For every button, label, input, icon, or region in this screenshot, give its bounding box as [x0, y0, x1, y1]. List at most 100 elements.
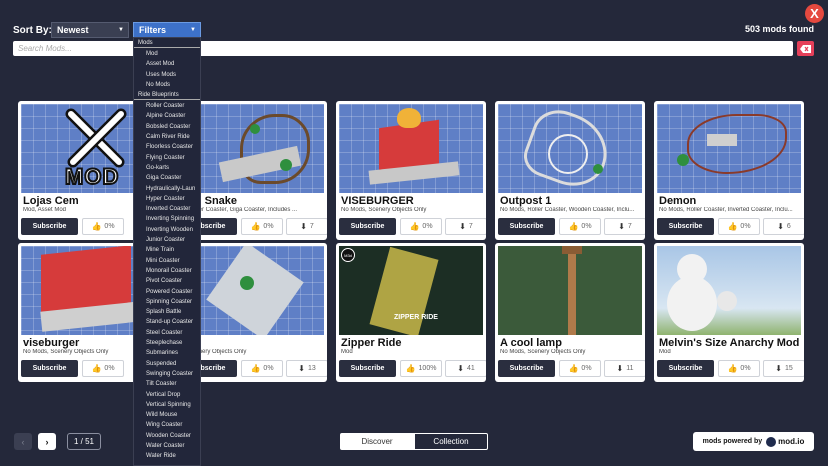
tab-collection[interactable]: Collection	[414, 433, 488, 450]
wrench-screwdriver-icon	[65, 108, 127, 168]
download-icon: ⬇	[300, 222, 307, 231]
subscribe-button[interactable]: Subscribe	[339, 218, 396, 235]
thumbnail-caption: ZIPPER RIDE	[394, 314, 438, 321]
dropdown-option[interactable]: Flying Coaster	[134, 153, 200, 163]
dropdown-option[interactable]: Monorail Coaster	[134, 266, 200, 276]
subscribe-button[interactable]: Subscribe	[498, 360, 555, 377]
dropdown-option[interactable]: Steel Coaster	[134, 328, 200, 338]
likes-stat: 👍 0%	[400, 218, 442, 235]
dropdown-option[interactable]: Hydraulically-Laun	[134, 184, 200, 194]
search-input[interactable]	[13, 41, 793, 56]
dropdown-option[interactable]: Floorless Coaster	[134, 142, 200, 152]
filter-select[interactable]: Filters ▼	[133, 22, 201, 38]
dropdown-option[interactable]: Water Ride	[134, 451, 200, 461]
sort-select[interactable]: Newest ▼	[51, 22, 129, 38]
dropdown-option[interactable]: Roller Coaster	[134, 101, 200, 111]
dropdown-option[interactable]: Powered Coaster	[134, 287, 200, 297]
downloads-value: 41	[466, 365, 475, 372]
clear-search-button[interactable]	[797, 41, 814, 56]
download-icon: ⬇	[775, 364, 782, 373]
filters-dropdown[interactable]: Mods Mod Asset Mod Uses Mods No Mods Ride B…	[133, 37, 201, 466]
mod-thumbnail: ZIPPER RIDE M3d	[339, 246, 483, 335]
previous-page-button[interactable]: ‹	[14, 433, 32, 450]
mod-card[interactable]: A cool lamp No Mods, Scenery Objects Onl…	[495, 243, 645, 382]
dropdown-option[interactable]: Vertical Spinning	[134, 400, 200, 410]
subscribe-button[interactable]: Subscribe	[657, 218, 714, 235]
subscribe-button[interactable]: Subscribe	[21, 360, 78, 377]
dropdown-option[interactable]: Calm River Ride	[134, 132, 200, 142]
dropdown-option[interactable]: Tilt Coaster	[134, 379, 200, 389]
next-page-button[interactable]: ›	[38, 433, 56, 450]
tab-discover[interactable]: Discover	[340, 433, 414, 450]
dropdown-option[interactable]: Submarines	[134, 348, 200, 358]
dropdown-option[interactable]: Alpine Coaster	[134, 111, 200, 121]
dropdown-option[interactable]: Wooden Coaster	[134, 431, 200, 441]
likes-value: 100%	[418, 365, 437, 372]
close-button[interactable]: X	[805, 4, 824, 23]
dropdown-option[interactable]: Suspended	[134, 359, 200, 369]
thumbs-up-icon: 👍	[409, 222, 420, 231]
dropdown-option[interactable]: Giga Coaster	[134, 173, 200, 183]
dropdown-option[interactable]: Go-karts	[134, 163, 200, 173]
dropdown-option[interactable]: Mod	[134, 49, 200, 59]
mod-card[interactable]: Demon No Mods, Roller Coaster, Inverted …	[654, 101, 804, 240]
download-icon: ⬇	[457, 364, 464, 373]
dropdown-option[interactable]: Spinning Coaster	[134, 297, 200, 307]
thumbs-up-icon: 👍	[91, 364, 102, 373]
mod-tags: No Mods, Roller Coaster, Wooden Coaster,…	[500, 207, 635, 213]
mod-card[interactable]: VISEBURGER No Mods, Scenery Objects Only…	[336, 101, 486, 240]
mod-title: Demon	[659, 195, 697, 207]
dropdown-option[interactable]: Inverted Coaster	[134, 204, 200, 214]
likes-value: 0%	[740, 223, 751, 230]
likes-stat: 👍 0%	[241, 360, 283, 377]
dropdown-option[interactable]: Mini Coaster	[134, 256, 200, 266]
dropdown-option[interactable]: Wild Mouse	[134, 410, 200, 420]
chevron-down-icon: ▼	[118, 27, 124, 33]
downloads-stat: ⬇ 6	[763, 218, 804, 235]
dropdown-option[interactable]: No Mods	[134, 80, 200, 90]
dropdown-option[interactable]: Mine Train	[134, 245, 200, 255]
mod-tags: No Mods, Roller Coaster, Inverted Coaste…	[659, 207, 793, 213]
dropdown-option[interactable]: Vertical Drop	[134, 390, 200, 400]
download-icon: ⬇	[459, 222, 466, 231]
mod-card[interactable]: Melvin's Size Anarchy Mod Mod Subscribe …	[654, 243, 804, 382]
likes-stat: 👍 0%	[82, 360, 124, 377]
dropdown-option[interactable]: Stand-up Coaster	[134, 317, 200, 327]
mod-thumbnail	[657, 104, 801, 193]
likes-value: 0%	[740, 365, 751, 372]
mod-title: VISEBURGER	[341, 195, 414, 207]
mod-thumbnail	[180, 246, 324, 335]
subscribe-button[interactable]: Subscribe	[657, 360, 714, 377]
dropdown-option[interactable]: Inverting Spinning	[134, 214, 200, 224]
mod-card[interactable]: ZIPPER RIDE M3d Zipper Ride Mod Subscrib…	[336, 243, 486, 382]
mod-label: MOD	[64, 163, 120, 190]
dropdown-option[interactable]: Junior Coaster	[134, 235, 200, 245]
modio-logo: mod.io	[766, 436, 804, 447]
likes-stat: 👍 0%	[559, 360, 601, 377]
subscribe-button[interactable]: Subscribe	[339, 360, 396, 377]
dropdown-option[interactable]: Uses Mods	[134, 70, 200, 80]
dropdown-option[interactable]: Water Coaster	[134, 441, 200, 451]
downloads-stat: ⬇ 41	[445, 360, 486, 377]
mod-thumbnail	[180, 104, 324, 193]
downloads-value: 7	[309, 223, 314, 230]
downloads-value: 7	[627, 223, 632, 230]
dropdown-option[interactable]: Swinging Coaster	[134, 369, 200, 379]
dropdown-option[interactable]: Bobsled Coaster	[134, 122, 200, 132]
mod-card[interactable]: Outpost 1 No Mods, Roller Coaster, Woode…	[495, 101, 645, 240]
modio-logo-icon	[766, 436, 777, 447]
dropdown-option[interactable]: Splash Battle	[134, 307, 200, 317]
powered-by-badge[interactable]: mods powered by mod.io	[693, 432, 814, 451]
mod-title: Melvin's Size Anarchy Mod	[659, 337, 800, 349]
chevron-left-icon: ‹	[21, 436, 25, 447]
mod-title: Zipper Ride	[341, 337, 402, 349]
dropdown-option[interactable]: Steeplechase	[134, 338, 200, 348]
dropdown-option[interactable]: Pivot Coaster	[134, 276, 200, 286]
dropdown-option[interactable]: Wing Coaster	[134, 420, 200, 430]
dropdown-option[interactable]: Asset Mod	[134, 59, 200, 69]
subscribe-button[interactable]: Subscribe	[21, 218, 78, 235]
likes-stat: 👍 0%	[241, 218, 283, 235]
dropdown-option[interactable]: Inverting Wooden	[134, 225, 200, 235]
dropdown-option[interactable]: Hyper Coaster	[134, 194, 200, 204]
subscribe-button[interactable]: Subscribe	[498, 218, 555, 235]
